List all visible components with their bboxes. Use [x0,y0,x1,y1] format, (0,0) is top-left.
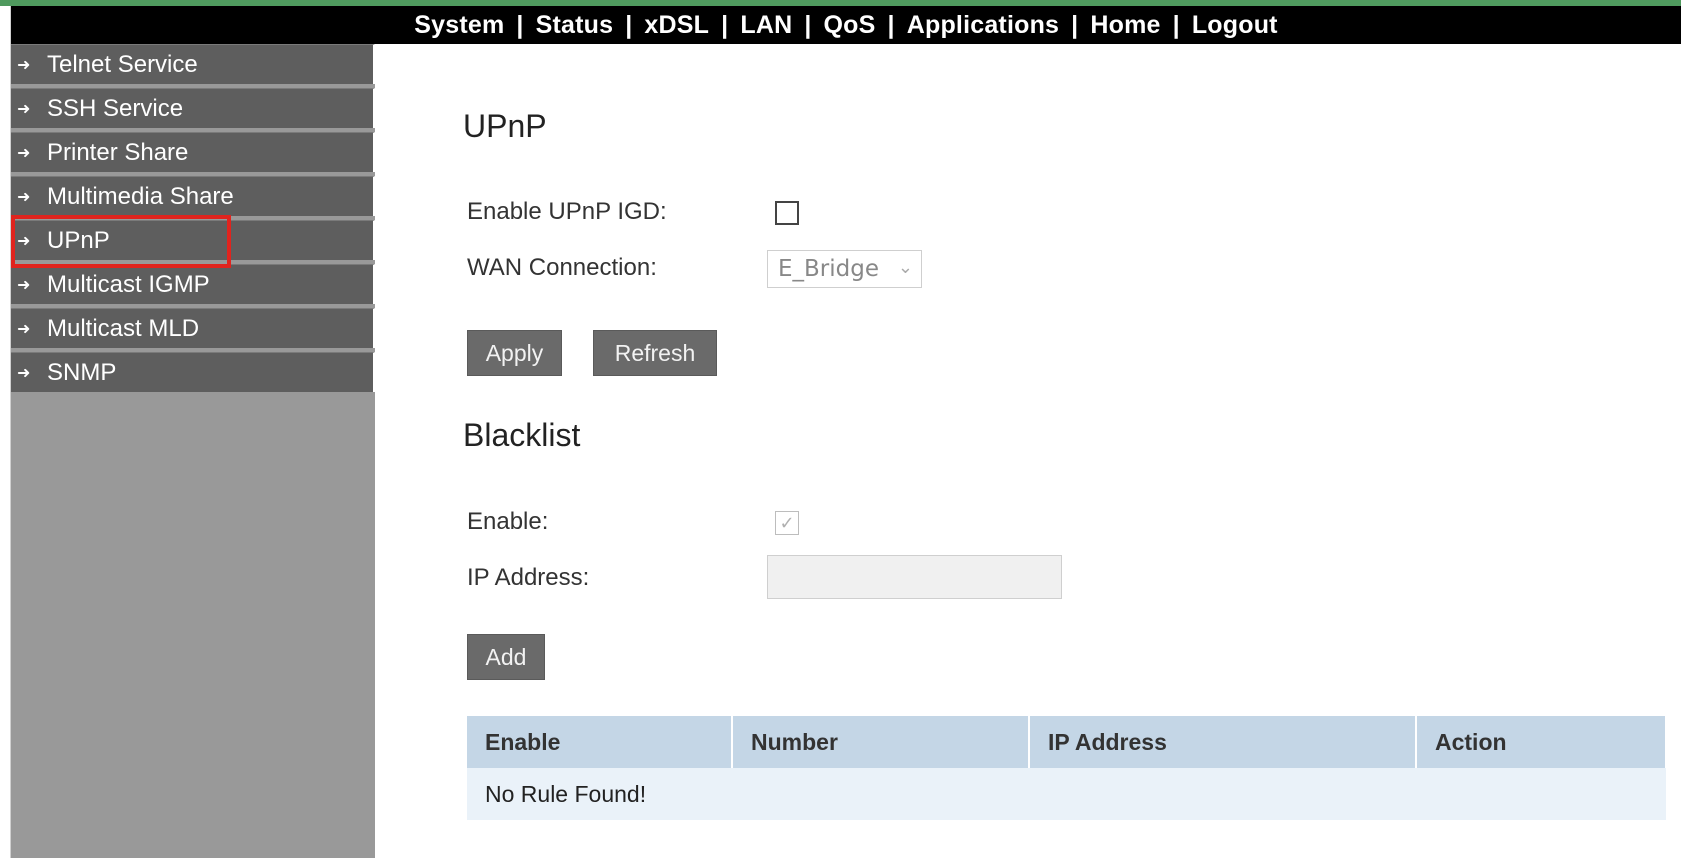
enable-upnp-igd-checkbox[interactable] [775,201,799,225]
apply-button[interactable]: Apply [467,330,562,376]
blacklist-title: Blacklist [463,417,581,453]
arrow-right-icon: ➜ [17,320,31,338]
nav-home[interactable]: Home [1090,11,1160,40]
refresh-button[interactable]: Refresh [593,330,717,376]
nav-status[interactable]: Status [536,11,614,40]
sidebar-item-label: Multicast IGMP [47,270,210,298]
nav-qos[interactable]: QoS [824,11,876,40]
arrow-right-icon: ➜ [17,56,31,74]
sidebar: ➜ Telnet Service ➜ SSH Service ➜ Printer… [11,44,375,858]
arrow-right-icon: ➜ [17,100,31,118]
sidebar-item-label: Printer Share [47,138,189,166]
empty-table-message: No Rule Found! [467,768,1666,820]
nav-xdsl[interactable]: xDSL [644,11,709,40]
column-header-enable: Enable [467,716,733,768]
sidebar-item-telnet-service[interactable]: ➜ Telnet Service [11,44,375,84]
nav-lan[interactable]: LAN [740,11,792,40]
checkmark-icon: ✓ [779,512,795,533]
column-header-number: Number [732,716,1030,768]
nav-applications[interactable]: Applications [907,11,1059,40]
blacklist-enable-checkbox[interactable]: ✓ [775,511,799,535]
wan-connection-value: E_Bridge [778,256,880,282]
ip-address-input[interactable] [767,555,1062,599]
wan-connection-label: WAN Connection: [467,254,657,281]
column-header-ip-address: IP Address [1029,716,1417,768]
sidebar-item-multimedia-share[interactable]: ➜ Multimedia Share [11,176,375,216]
column-header-action: Action [1416,716,1667,768]
table-header-row: Enable Number IP Address Action [467,716,1667,768]
nav-logout[interactable]: Logout [1192,11,1278,40]
left-edge [0,6,11,858]
add-button[interactable]: Add [467,634,545,680]
sidebar-item-label: Multicast MLD [47,314,200,342]
sidebar-item-snmp[interactable]: ➜ SNMP [11,352,375,392]
sidebar-item-ssh-service[interactable]: ➜ SSH Service [11,88,375,128]
sidebar-item-label: UPnP [47,226,110,254]
nav-separator: | [804,10,812,39]
sidebar-item-label: SNMP [47,358,117,386]
sidebar-item-label: Telnet Service [47,50,198,78]
nav-separator: | [1071,10,1079,39]
enable-upnp-igd-label: Enable UPnP IGD: [467,198,667,225]
nav-separator: | [516,10,524,39]
sidebar-item-label: Multimedia Share [47,182,234,210]
sidebar-item-multicast-igmp[interactable]: ➜ Multicast IGMP [11,264,375,304]
arrow-right-icon: ➜ [17,144,31,162]
sidebar-item-upnp[interactable]: ➜ UPnP [11,220,375,260]
arrow-right-icon: ➜ [17,364,31,382]
blacklist-table: Enable Number IP Address Action No Rule … [467,716,1667,820]
sidebar-item-label: SSH Service [47,94,184,122]
nav-separator: | [887,10,895,39]
nav-separator: | [625,10,633,39]
table-row: No Rule Found! [467,768,1666,820]
ip-address-label: IP Address: [467,564,590,591]
sidebar-item-printer-share[interactable]: ➜ Printer Share [11,132,375,172]
nav-separator: | [721,10,729,39]
nav-system[interactable]: System [414,11,504,40]
arrow-right-icon: ➜ [17,188,31,206]
top-navigation-bar: System | Status | xDSL | LAN | QoS | App… [11,6,1681,44]
arrow-right-icon: ➜ [17,276,31,294]
upnp-title: UPnP [463,108,547,144]
arrow-right-icon: ➜ [17,232,31,250]
wan-connection-select[interactable]: E_Bridge ⌄ [767,250,922,288]
chevron-down-icon: ⌄ [897,257,913,278]
nav-separator: | [1172,10,1180,39]
blacklist-enable-label: Enable: [467,508,549,535]
sidebar-item-multicast-mld[interactable]: ➜ Multicast MLD [11,308,375,348]
